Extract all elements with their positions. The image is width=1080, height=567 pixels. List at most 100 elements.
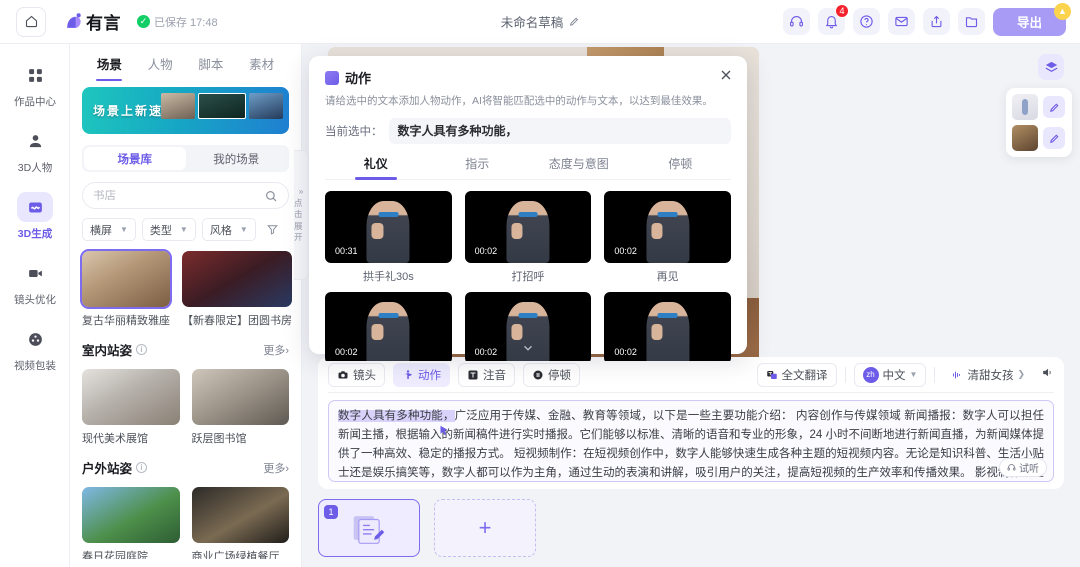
action-card[interactable]: 00:02 bbox=[325, 291, 452, 361]
help-button[interactable] bbox=[852, 8, 880, 35]
home-button[interactable] bbox=[16, 6, 46, 37]
sidebar-item-3d-character[interactable]: 3D人物 bbox=[0, 126, 70, 175]
editor-toolbar-right: 全文翻译 zh 中文 ▼ 清甜女孩 ❯ bbox=[756, 362, 1054, 387]
filter-orientation[interactable]: 横屏 ▼ bbox=[82, 218, 136, 241]
sidebar-item-camera-optimize[interactable]: 镜头优化 bbox=[0, 258, 70, 307]
character-layer-thumbnail bbox=[1012, 94, 1038, 120]
language-selector[interactable]: zh 中文 ▼ bbox=[853, 362, 927, 387]
tab-etiquette[interactable]: 礼仪 bbox=[325, 155, 427, 179]
filter-reset-button[interactable] bbox=[262, 218, 284, 241]
sidebar-label-video-package: 视频包装 bbox=[14, 360, 56, 372]
search-input[interactable] bbox=[93, 189, 264, 202]
scene-layer-edit-button[interactable] bbox=[1043, 127, 1065, 149]
scene-search[interactable] bbox=[82, 182, 289, 209]
scene-name: 现代美术展馆 bbox=[82, 433, 148, 445]
layer-row-character[interactable] bbox=[1012, 94, 1066, 120]
tool-pause[interactable]: 停顿 bbox=[523, 362, 580, 387]
sidebar-item-3d-generate[interactable]: 3D生成 bbox=[0, 192, 70, 241]
scene-card[interactable]: 跃层图书馆 bbox=[191, 369, 289, 446]
panel-collapse-handle[interactable]: » 点击展开 bbox=[294, 150, 309, 280]
action-thumbnail: 00:02 bbox=[604, 190, 731, 263]
layer-row-scene[interactable] bbox=[1012, 125, 1066, 151]
speaker-icon bbox=[1043, 368, 1051, 376]
scene-card[interactable]: 现代美术展馆 bbox=[82, 369, 180, 446]
notifications-button[interactable]: 4 bbox=[817, 4, 849, 35]
tab-script[interactable]: 脚本 bbox=[186, 54, 237, 81]
audition-label: 试听 bbox=[1019, 464, 1039, 475]
sidebar-item-video-package[interactable]: 视频包装 bbox=[0, 324, 70, 373]
character-layer-edit-button[interactable] bbox=[1043, 96, 1065, 118]
scene-card[interactable]: 春日花园庭院 bbox=[82, 487, 180, 559]
tab-character[interactable]: 人物 bbox=[135, 54, 186, 81]
scene-card[interactable]: 【新春限定】团圆书房 bbox=[182, 251, 292, 328]
section-more-indoor[interactable]: 更多› bbox=[263, 342, 289, 358]
filter-orientation-label: 横屏 bbox=[90, 224, 112, 237]
avatar-figure bbox=[646, 301, 690, 361]
scene-name: 商业广场绿植餐厅 bbox=[191, 551, 280, 559]
filter-style[interactable]: 风格 ▼ bbox=[201, 218, 256, 241]
segment-my-scenes[interactable]: 我的场景 bbox=[186, 147, 288, 170]
translate-button[interactable]: 全文翻译 bbox=[756, 362, 837, 387]
document-title-text: 未命名草稿 bbox=[500, 16, 564, 30]
timeline-scene-card[interactable]: 1 bbox=[318, 499, 420, 557]
script-textarea[interactable]: 数字人具有多种功能，广泛应用于传媒、金融、教育等领域，以下是一些主要功能介绍： … bbox=[328, 400, 1054, 482]
scene-thumbnail bbox=[82, 487, 180, 543]
filter-style-label: 风格 bbox=[209, 224, 232, 237]
document-title[interactable]: 未命名草稿 bbox=[501, 12, 580, 31]
headset-button[interactable] bbox=[782, 8, 810, 35]
share-icon bbox=[931, 15, 942, 28]
action-thumbnail: 00:02 bbox=[464, 190, 592, 263]
info-icon[interactable]: i bbox=[136, 462, 148, 473]
language-label: 中文 bbox=[882, 369, 906, 382]
tab-attitude-intent[interactable]: 态度与意图 bbox=[528, 155, 630, 179]
action-card[interactable]: 00:31 拱手礼30s bbox=[325, 190, 452, 284]
export-button[interactable]: 导出 ▲ bbox=[992, 2, 1071, 36]
action-dialog-header: 动作 bbox=[325, 68, 731, 87]
scene-card[interactable]: 复古华丽精致雅座 bbox=[80, 249, 172, 328]
tab-instruction[interactable]: 指示 bbox=[427, 155, 529, 179]
dialog-collapse-chevron[interactable] bbox=[510, 341, 546, 355]
voice-play-button[interactable] bbox=[1041, 366, 1054, 384]
action-thumbnail: 00:02 bbox=[604, 291, 731, 361]
action-name: 打招呼 bbox=[511, 270, 545, 283]
tab-scene[interactable]: 场景 bbox=[84, 54, 135, 81]
section-header-indoor: 室内站姿 i 更多› bbox=[82, 340, 289, 359]
sidebar-item-works[interactable]: 作品中心 bbox=[0, 60, 70, 109]
tool-camera[interactable]: 镜头 bbox=[328, 362, 385, 387]
save-status: ✓ 已保存 17:48 bbox=[137, 14, 218, 30]
action-card[interactable]: 00:02 再见 bbox=[604, 190, 731, 284]
share-button[interactable] bbox=[922, 8, 950, 35]
tab-pause[interactable]: 停顿 bbox=[630, 155, 732, 179]
mail-button[interactable] bbox=[887, 8, 915, 35]
avatar-figure bbox=[646, 200, 690, 263]
action-card[interactable]: 00:02 bbox=[604, 291, 731, 361]
pencil-icon bbox=[1049, 103, 1058, 112]
action-card[interactable]: 00:02 打招呼 bbox=[464, 190, 592, 284]
segment-scene-library[interactable]: 场景库 bbox=[84, 147, 186, 170]
tool-pinyin[interactable]: 注音 bbox=[458, 362, 515, 387]
tab-material[interactable]: 素材 bbox=[236, 54, 287, 81]
add-scene-button[interactable]: + bbox=[434, 499, 536, 557]
scene-card[interactable]: 商业广场绿植餐厅 bbox=[191, 487, 289, 559]
script-highlighted-text: 数字人具有多种功能， bbox=[338, 410, 455, 422]
action-grid: 00:31 拱手礼30s 00:02 打招呼 00:02 再见 00:02 00… bbox=[325, 190, 731, 361]
tool-action[interactable]: 动作 bbox=[393, 362, 450, 387]
voice-selector[interactable]: 清甜女孩 ❯ bbox=[943, 363, 1033, 387]
audition-button[interactable]: 试听 bbox=[999, 458, 1047, 477]
layers-toggle-button[interactable] bbox=[1038, 54, 1064, 80]
info-icon[interactable]: i bbox=[136, 344, 148, 355]
translate-label: 全文翻译 bbox=[781, 369, 828, 382]
folder-button[interactable] bbox=[957, 8, 985, 35]
folder-icon bbox=[965, 17, 978, 28]
top-bar: 有言 ✓ 已保存 17:48 未命名草稿 4 导出 ▲ bbox=[0, 0, 1080, 44]
close-button[interactable] bbox=[718, 67, 734, 83]
export-badge-icon: ▲ bbox=[1054, 2, 1071, 20]
promo-banner[interactable]: 场景上新速达 bbox=[82, 87, 289, 134]
filter-type[interactable]: 类型 ▼ bbox=[141, 218, 196, 241]
action-thumbnail: 00:31 bbox=[325, 190, 452, 263]
action-duration: 00:02 bbox=[330, 344, 363, 359]
section-more-outdoor[interactable]: 更多› bbox=[263, 460, 289, 476]
current-selection-row: 当前选中： 数字人具有多种功能， bbox=[325, 117, 731, 144]
layers-panel bbox=[1006, 88, 1072, 157]
action-name: 拱手礼30s bbox=[362, 270, 414, 283]
